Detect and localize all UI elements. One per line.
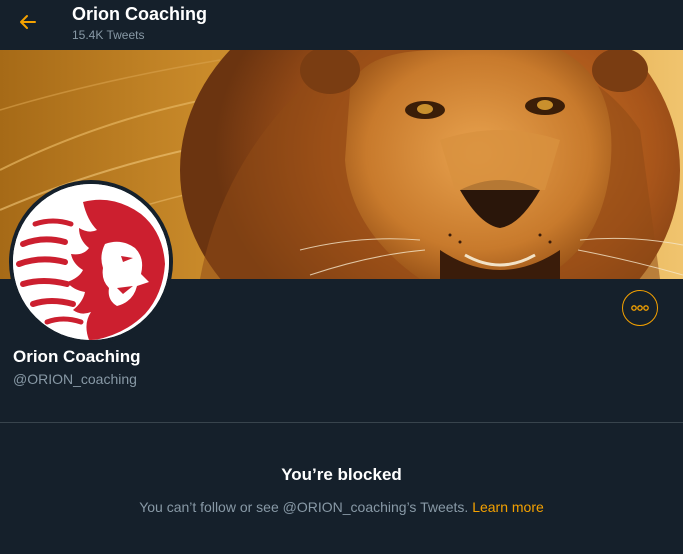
blocked-message: You can’t follow or see @ORION_coaching’… [139, 499, 469, 515]
divider [0, 422, 683, 423]
profile-avatar[interactable] [9, 180, 173, 344]
arrow-left-icon [20, 15, 36, 29]
top-header: Orion Coaching 15.4K Tweets [0, 0, 683, 50]
tweet-count: 15.4K Tweets [72, 28, 145, 42]
header-title: Orion Coaching [72, 4, 207, 24]
profile-name: Orion Coaching [13, 347, 141, 366]
more-options-button[interactable] [622, 290, 658, 326]
profile-page: Orion Coaching 15.4K Tweets Orion Coachi… [0, 0, 683, 554]
blocked-message-row: You can’t follow or see @ORION_coaching’… [0, 498, 683, 516]
learn-more-link[interactable]: Learn more [472, 499, 544, 515]
more-horizontal-icon [631, 305, 649, 311]
profile-handle: @ORION_coaching [13, 371, 137, 387]
blocked-title: You’re blocked [281, 465, 402, 484]
back-button[interactable] [12, 6, 44, 38]
lion-head-logo [13, 184, 169, 340]
